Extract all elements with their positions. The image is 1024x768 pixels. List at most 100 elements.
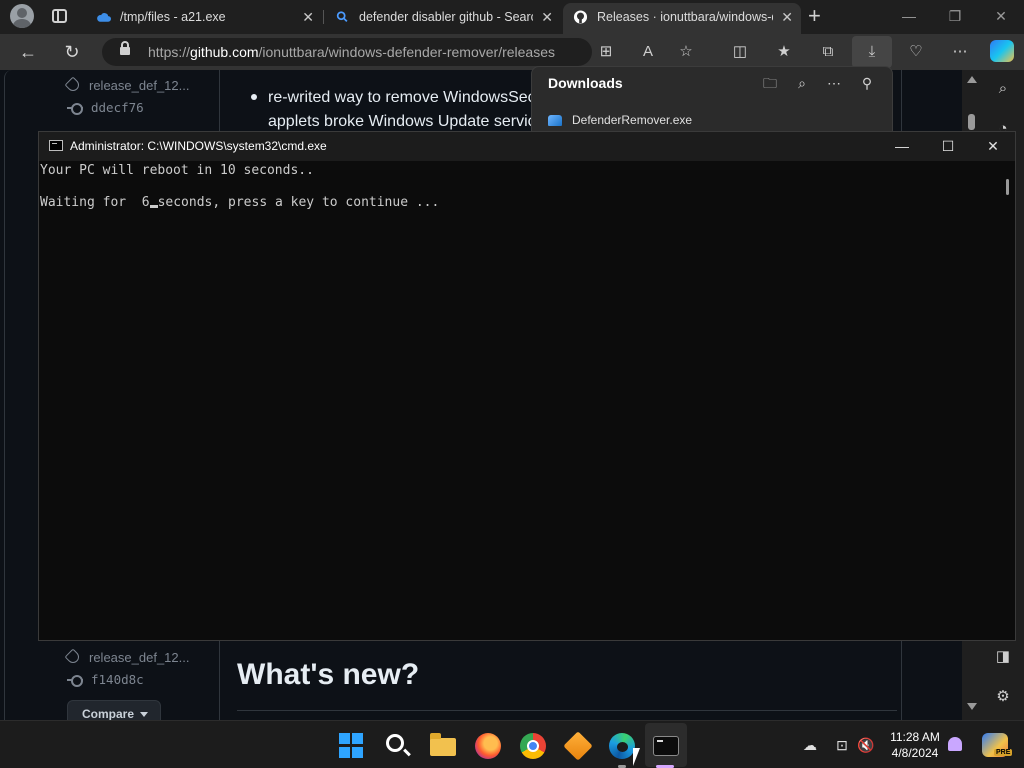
scroll-thumb[interactable] — [968, 114, 975, 130]
lock-icon[interactable] — [120, 41, 130, 55]
tab-close-icon[interactable]: ✕ — [302, 3, 314, 31]
taskbar: ☁ ⊡ 🔇 11:28 AM 4/8/2024 PRE — [0, 720, 1024, 768]
search-icon[interactable] — [386, 734, 404, 752]
commit-icon — [67, 103, 83, 115]
tab-close-icon[interactable]: ✕ — [781, 3, 793, 31]
tab-actions-icon[interactable] — [52, 9, 67, 23]
release-tag-label: release_def_12... — [89, 650, 190, 665]
tag-icon — [64, 648, 82, 666]
cmd-window[interactable]: Administrator: C:\WINDOWS\system32\cmd.e… — [38, 131, 1016, 641]
browser-minimize-button[interactable]: — — [886, 0, 932, 32]
console-text: Waiting for 6 — [40, 195, 150, 210]
downloads-flyout: Downloads 🗀 ⌕ ⋯ ⚲ DefenderRemover.exe — [531, 66, 893, 136]
cmd-title-bar[interactable]: Administrator: C:\WINDOWS\system32\cmd.e… — [39, 132, 1015, 161]
tab-label: /tmp/files - a21.exe — [120, 10, 226, 24]
firefox-icon[interactable] — [475, 733, 501, 759]
whats-new-heading: What's new? — [237, 658, 420, 691]
new-tab-button[interactable]: + — [808, 2, 821, 30]
browser-restore-button[interactable]: ❐ — [932, 0, 978, 32]
favorite-star-icon[interactable]: ☆ — [676, 42, 696, 62]
commit-icon — [67, 675, 83, 687]
favorites-icon[interactable]: ★ — [774, 42, 794, 62]
more-options-icon[interactable]: ⋯ — [824, 73, 844, 93]
text-cursor — [149, 205, 158, 208]
release-note: re-writed way to remove WindowsSecurity … — [268, 86, 566, 134]
terminal-icon[interactable] — [653, 736, 679, 756]
address-bar[interactable]: https://github.com/ionuttbara/windows-de… — [102, 38, 592, 66]
split-screen-icon[interactable]: ◫ — [730, 42, 750, 62]
pre-badge: PRE — [994, 749, 1013, 756]
bullet-point — [251, 94, 259, 100]
tab-label: defender disabler github - Search — [359, 10, 533, 24]
search-icon[interactable]: ⌕ — [992, 78, 1014, 100]
url-scheme: https:// — [148, 44, 191, 60]
release-note-line: re-writed way to remove WindowsSecurity — [268, 89, 566, 106]
browser-essentials-icon[interactable]: ♡ — [906, 42, 926, 62]
open-folder-icon[interactable]: 🗀 — [760, 73, 780, 93]
settings-gear-icon[interactable]: ⚙ — [992, 686, 1014, 708]
url-host: github.com — [190, 44, 259, 60]
cmd-close-button[interactable]: ✕ — [970, 132, 1016, 161]
network-icon[interactable]: ⊡ — [832, 735, 852, 755]
more-options-icon[interactable]: ⋯ — [950, 42, 970, 62]
browser-tab-bar: /tmp/files - a21.exe ✕ defender disabler… — [0, 0, 1024, 34]
commit-hash-1[interactable]: ddecf76 — [91, 100, 144, 115]
onedrive-cloud-icon — [97, 13, 111, 22]
cmd-minimize-button[interactable]: — — [879, 132, 925, 161]
tab-label: Releases · ionuttbara/windows-defender-r… — [597, 10, 773, 24]
search-icon[interactable]: ⌕ — [792, 73, 812, 93]
cmd-app-icon — [49, 140, 63, 151]
back-arrow-icon[interactable]: ← — [16, 40, 40, 64]
refresh-icon[interactable]: ↻ — [60, 40, 84, 64]
onedrive-offline-icon[interactable]: ☁ — [800, 735, 820, 755]
clock-date: 4/8/2024 — [891, 746, 939, 760]
tab-tmp-files[interactable]: /tmp/files - a21.exe ✕ — [86, 3, 322, 31]
exe-file-icon — [548, 115, 562, 126]
url-text[interactable]: https://github.com/ionuttbara/windows-de… — [148, 38, 555, 66]
cmd-console-output[interactable]: Your PC will reboot in 10 seconds.. Wait… — [39, 161, 1015, 640]
browser-close-button[interactable]: ✕ — [978, 0, 1024, 32]
console-line: Waiting for 6 seconds, press a key to con… — [40, 195, 439, 211]
pin-icon[interactable]: ⚲ — [857, 73, 877, 93]
clock-time: 11:28 AM — [890, 730, 940, 744]
file-explorer-icon[interactable] — [430, 733, 456, 756]
cmd-maximize-button[interactable]: ☐ — [925, 132, 971, 161]
scroll-down-icon[interactable] — [967, 703, 977, 710]
collections-icon[interactable]: ⧉ — [818, 42, 838, 62]
url-path: /ionuttbara/windows-defender-remover/rel… — [258, 44, 555, 60]
cmd-scroll-thumb[interactable] — [1006, 179, 1009, 195]
chrome-icon[interactable] — [520, 733, 546, 759]
tab-bing-search[interactable]: defender disabler github - Search ✕ — [325, 3, 561, 31]
copilot-icon[interactable] — [990, 40, 1014, 62]
downloaded-file-name[interactable]: DefenderRemover.exe — [572, 113, 692, 127]
mouse-cursor-icon — [633, 748, 640, 766]
notification-bell-icon[interactable] — [948, 737, 962, 751]
system-clock[interactable]: 11:28 AM 4/8/2024 — [872, 729, 958, 761]
compare-button[interactable]: Compare — [67, 700, 161, 720]
search-icon — [336, 11, 348, 22]
tab-close-icon[interactable]: ✕ — [541, 3, 553, 31]
release-tag-1[interactable]: release_def_12... — [64, 76, 190, 94]
cmd-window-title: Administrator: C:\WINDOWS\system32\cmd.e… — [70, 139, 327, 153]
downloads-icon[interactable]: ⤓ — [852, 36, 892, 68]
divider — [237, 710, 897, 711]
console-text: seconds, press a key to continue ... — [157, 195, 440, 210]
tab-github-releases[interactable]: Releases · ionuttbara/windows-defender-r… — [563, 3, 801, 34]
tag-icon — [64, 76, 82, 94]
release-tag-label: release_def_12... — [89, 78, 190, 93]
release-tag-2[interactable]: release_def_12... — [64, 648, 190, 666]
tab-separator — [323, 10, 324, 24]
app-available-icon[interactable]: ⊞ — [596, 42, 616, 62]
profile-avatar-icon[interactable] — [10, 4, 34, 28]
read-aloud-icon[interactable]: A — [638, 42, 658, 62]
edge-icon[interactable] — [609, 733, 635, 759]
downloads-title: Downloads — [548, 75, 623, 91]
console-line: Your PC will reboot in 10 seconds.. — [40, 163, 314, 178]
sublime-text-icon[interactable] — [563, 731, 593, 761]
github-icon — [573, 10, 588, 24]
commit-hash-2[interactable]: f140d8c — [91, 672, 144, 687]
sidebar-toggle-icon[interactable]: ◨ — [992, 646, 1014, 668]
scroll-up-icon[interactable] — [967, 76, 977, 83]
windows-start-icon[interactable] — [339, 733, 365, 759]
browser-toolbar: ← ↻ https://github.com/ionuttbara/window… — [0, 34, 1024, 70]
